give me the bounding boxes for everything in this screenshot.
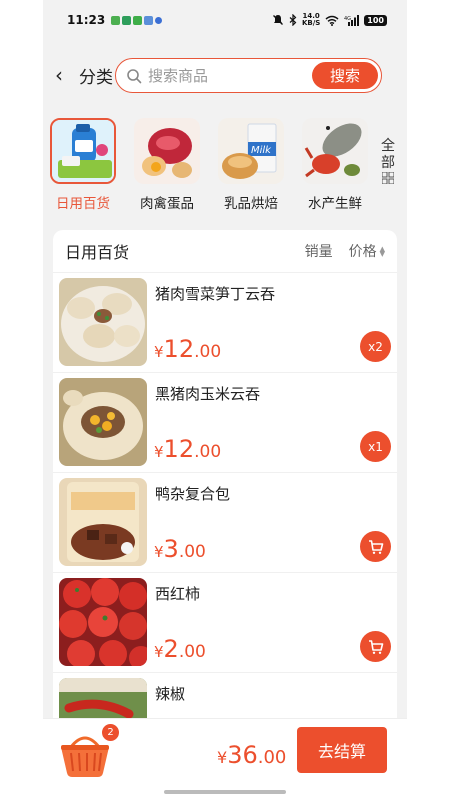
cart-total: ¥36.00 [217,741,286,769]
total-symbol: ¥ [217,748,228,767]
product-price: ¥12.00 [154,335,221,363]
page-title: 分类 [79,67,113,88]
price-integer: 3 [163,535,179,563]
product-name: 鸭杂复合包 [155,485,231,503]
search-icon [127,68,142,83]
quantity-badge[interactable]: x1 [360,431,391,462]
product-price: ¥3.00 [154,535,206,563]
all-categories-button[interactable]: 全部 [377,138,399,189]
app-notification-icon [133,15,143,25]
product-price: ¥12.00 [154,435,221,463]
price-symbol: ¥ [154,443,164,461]
add-to-cart-button[interactable] [360,531,391,562]
category-label: 肉禽蛋品 [140,196,194,212]
price-symbol: ¥ [154,543,164,561]
svg-text:Milk: Milk [251,145,272,156]
seafood-image [302,118,368,184]
dairy-bakery-image: Milk [218,118,284,184]
app-notification-icon [122,15,132,25]
price-decimal: .00 [178,542,206,562]
network-speed: 14.0 KB/S [302,13,320,27]
sort-by-price[interactable]: 价格 ▲ ▼ [349,241,385,261]
price-symbol: ¥ [154,643,164,661]
price-decimal: .00 [194,442,222,462]
price-integer: 12 [163,435,195,463]
price-symbol: ¥ [154,343,164,361]
app-screen: 11:23 14.0 KB/S 4G 100 ‹ 分类 搜索商品 搜索 日用百货… [43,0,407,800]
category-dairy-bakery[interactable]: Milk 乳品烘焙 [215,118,287,212]
add-to-cart-button[interactable] [360,631,391,662]
price-decimal: .00 [194,342,222,362]
product-name: 猪肉雪菜笋丁云吞 [155,285,276,303]
product-image-wonton-corn [59,378,147,466]
meat-eggs-image [134,118,200,184]
product-name: 黑猪肉玉米云吞 [155,385,261,403]
price-decimal: .00 [178,642,206,662]
search-button[interactable]: 搜索 [312,62,378,89]
category-label: 日用百货 [56,196,110,212]
product-item[interactable]: 鸭杂复合包 ¥3.00 [53,472,397,572]
category-label: 乳品烘焙 [224,196,278,212]
list-header: 日用百货 销量 价格 ▲ ▼ [53,230,397,272]
product-list-panel: 日用百货 销量 价格 ▲ ▼ 猪肉雪菜笋丁云吞 ¥12.00 x2 黑猪肉玉米云… [53,230,397,730]
cart-bar: 2 ¥36.00 去结算 [43,718,407,800]
network-speed-unit: KB/S [301,19,321,27]
app-notification-icon [111,15,121,25]
list-title: 日用百货 [65,243,130,262]
product-image-tomato [59,578,147,666]
wifi-icon [325,15,339,26]
product-image-duck-pack [59,478,147,566]
total-integer: 36 [227,741,258,769]
search-box[interactable]: 搜索商品 搜索 [115,58,382,93]
product-item[interactable]: 黑猪肉玉米云吞 ¥12.00 x1 [53,372,397,472]
all-categories-label: 全部 [381,138,395,171]
status-bar: 11:23 14.0 KB/S 4G 100 [43,0,407,40]
sort-caret-icon: ▲ ▼ [379,245,385,258]
category-label: 水产生鲜 [308,196,362,212]
checkout-button[interactable]: 去结算 [297,727,387,773]
signal-icon: 4G [344,14,360,26]
mute-bell-icon [272,15,283,25]
total-decimal: .00 [257,747,287,768]
cart-icon [368,539,383,554]
header: ‹ 分类 搜索商品 搜索 [43,56,407,94]
price-integer: 2 [163,635,179,663]
product-image-wonton [59,278,147,366]
category-daily-goods[interactable]: 日用百货 [47,118,119,212]
daily-goods-image [50,118,116,184]
app-notification-icon [144,15,154,25]
sort-price-label: 价格 [348,244,377,260]
cart-icon [368,639,383,654]
app-notification-icon [155,16,163,24]
price-integer: 12 [163,335,195,363]
product-name: 西红柿 [155,585,201,603]
category-meat-eggs[interactable]: 肉禽蛋品 [131,118,203,212]
product-item[interactable]: 西红柿 ¥2.00 [53,572,397,672]
product-item[interactable]: 猪肉雪菜笋丁云吞 ¥12.00 x2 [53,272,397,372]
category-bar: 日用百货 肉禽蛋品 Milk 乳品烘焙 水产生鲜 全部 [43,118,407,218]
sort-by-sales[interactable]: 销量 [305,241,333,261]
quantity-badge[interactable]: x2 [360,331,391,362]
grid-icon [381,171,395,185]
cart-count-badge: 2 [101,723,120,742]
search-input[interactable]: 搜索商品 [148,65,312,86]
status-time: 11:23 [67,13,106,27]
category-seafood[interactable]: 水产生鲜 [299,118,371,212]
product-name: 辣椒 [155,685,186,703]
svg-text:4G: 4G [344,16,351,22]
home-indicator[interactable] [164,790,286,794]
product-price: ¥2.00 [154,635,206,663]
bluetooth-icon [289,14,297,26]
back-chevron-icon[interactable]: ‹ [55,65,77,85]
notification-icons [111,15,163,25]
battery-indicator: 100 [364,14,387,26]
